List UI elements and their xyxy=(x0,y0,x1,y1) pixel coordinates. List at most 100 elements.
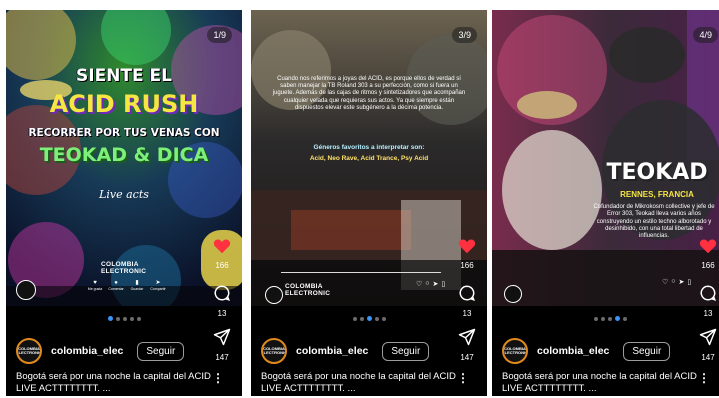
carousel-dot xyxy=(122,317,127,321)
reel-post-2: Cuando nos referimos a joyas del ACID, e… xyxy=(251,10,487,396)
embedded-avatar xyxy=(265,286,283,304)
brand-line-1: COLOMBIA xyxy=(285,283,323,290)
carousel-counter: 1/9 xyxy=(207,27,232,43)
heart-icon: ♡ xyxy=(662,279,669,286)
carousel-dot xyxy=(600,317,605,321)
carousel-dot xyxy=(607,317,612,321)
artist-name: TEOKAD xyxy=(606,160,708,185)
send-icon xyxy=(213,328,231,346)
more-options-icon[interactable]: ⋮ xyxy=(212,372,224,384)
send-icon xyxy=(458,328,476,346)
artist-bio: Cofundador de Mikrokosm collective y jef… xyxy=(593,204,715,240)
post-2-body-text: Cuando nos referimos a joyas del ACID, e… xyxy=(272,76,466,111)
profile-row: COLOMBIA ELECTRONIC colombia_elec Seguir xyxy=(261,338,430,364)
post-caption[interactable]: Bogotá será por una noche la capital del… xyxy=(502,371,698,395)
comment-icon xyxy=(459,285,476,301)
bookmark-icon: ▮ xyxy=(135,280,139,286)
embedded-action-row: ♥ Me gusta ● Comentar ▮ Guardar ➤ Compartir xyxy=(86,280,170,291)
comment-icon: ○ xyxy=(671,278,676,285)
follow-button[interactable]: Seguir xyxy=(137,341,185,361)
heart-icon: ♡ xyxy=(416,281,423,288)
headline-4: TEOKAD & DICA xyxy=(39,144,209,166)
username[interactable]: colombia_elec xyxy=(537,345,609,357)
carousel-dot xyxy=(374,317,379,321)
share-count: 147 xyxy=(701,353,715,362)
comment-button[interactable]: 13 xyxy=(453,284,481,318)
comment-icon xyxy=(214,285,231,301)
artist-origin: RENNES, FRANCIA xyxy=(620,190,694,199)
genres-list: Acid, Neo Rave, Acid Trance, Psy Acid xyxy=(309,155,429,162)
embedded-comment: ● Comentar xyxy=(108,280,124,291)
carousel-dot xyxy=(359,317,364,321)
carousel-dot xyxy=(129,317,134,321)
post-3-media[interactable]: TEOKAD RENNES, FRANCIA Cofundador de Mik… xyxy=(492,10,719,306)
share-count: 147 xyxy=(215,353,229,362)
reel-post-3: TEOKAD RENNES, FRANCIA Cofundador de Mik… xyxy=(492,10,719,396)
comment-button[interactable]: 13 xyxy=(208,284,236,318)
send-icon xyxy=(699,328,717,346)
brand-line-1: COLOMBIA xyxy=(101,261,139,268)
like-count: 166 xyxy=(460,261,474,270)
username[interactable]: colombia_elec xyxy=(296,345,368,357)
like-count: 166 xyxy=(701,261,715,270)
post-3-artwork xyxy=(492,10,719,306)
bookmark-icon: ▯ xyxy=(441,281,446,288)
profile-row: COLOMBIA ELECTRONIC colombia_elec Seguir xyxy=(16,338,185,364)
comment-button[interactable]: 13 xyxy=(694,284,719,318)
carousel-dots xyxy=(251,314,487,321)
embedded-avatar xyxy=(504,285,522,303)
headline-2: ACID RUSH xyxy=(49,90,199,118)
carousel-dot xyxy=(115,317,120,321)
progress-line xyxy=(281,272,441,273)
reel-post-1: SIENTE EL ACID RUSH RECORRER POR TUS VEN… xyxy=(6,10,242,396)
follow-button[interactable]: Seguir xyxy=(382,341,430,361)
avatar[interactable]: COLOMBIA ELECTRONIC xyxy=(261,338,287,364)
like-count: 166 xyxy=(215,261,229,270)
more-options-icon[interactable]: ⋮ xyxy=(457,372,469,384)
heart-icon xyxy=(458,239,476,254)
follow-button[interactable]: Seguir xyxy=(623,341,671,361)
heart-icon xyxy=(699,239,717,254)
share-button[interactable]: 147 xyxy=(453,328,481,362)
brand-logo: COLOMBIA ELECTRONIC xyxy=(101,261,146,275)
post-caption[interactable]: Bogotá será por una noche la capital del… xyxy=(16,371,212,395)
like-button[interactable]: 166 xyxy=(208,238,236,270)
embedded-avatar xyxy=(16,280,36,300)
carousel-dots xyxy=(492,314,719,321)
send-icon: ➤ xyxy=(432,281,439,288)
embedded-save: ▮ Guardar xyxy=(128,280,146,291)
brand-line-2: ELECTRONIC xyxy=(101,268,147,275)
embedded-share: ➤ Compartir xyxy=(150,280,166,291)
avatar[interactable]: COLOMBIA ELECTRONIC xyxy=(16,338,42,364)
send-icon: ➤ xyxy=(678,279,685,286)
carousel-dot xyxy=(136,317,141,321)
heart-icon xyxy=(213,239,231,254)
brand-logo: COLOMBIA ELECTRONIC xyxy=(285,283,330,297)
headline-3: RECORRER POR TUS VENAS CON xyxy=(28,127,220,139)
like-button[interactable]: 166 xyxy=(694,238,719,270)
username[interactable]: colombia_elec xyxy=(51,345,123,357)
share-button[interactable]: 147 xyxy=(694,328,719,362)
carousel-dot xyxy=(614,316,620,321)
carousel-dot xyxy=(107,316,113,321)
carousel-dot xyxy=(622,317,627,321)
comment-icon: ○ xyxy=(425,280,430,287)
avatar[interactable]: COLOMBIA ELECTRONIC xyxy=(502,338,528,364)
post-2-media[interactable]: Cuando nos referimos a joyas del ACID, e… xyxy=(251,10,487,306)
headline-1: SIENTE EL xyxy=(76,66,172,86)
share-count: 147 xyxy=(460,353,474,362)
brand-line-2: ELECTRONIC xyxy=(285,290,331,297)
comment-icon xyxy=(700,285,717,301)
carousel-dots xyxy=(6,314,242,321)
embedded-like: ♥ Me gusta xyxy=(87,280,103,291)
like-button[interactable]: 166 xyxy=(453,238,481,270)
post-caption[interactable]: Bogotá será por una noche la capital del… xyxy=(261,371,457,395)
carousel-counter: 3/9 xyxy=(452,27,477,43)
post-1-media[interactable]: SIENTE EL ACID RUSH RECORRER POR TUS VEN… xyxy=(6,10,242,306)
carousel-dot xyxy=(381,317,386,321)
carousel-dot xyxy=(593,317,598,321)
live-acts-label: Live acts xyxy=(99,188,149,201)
share-button[interactable]: 147 xyxy=(208,328,236,362)
more-options-icon[interactable]: ⋮ xyxy=(698,372,710,384)
heart-icon: ♥ xyxy=(93,280,97,286)
